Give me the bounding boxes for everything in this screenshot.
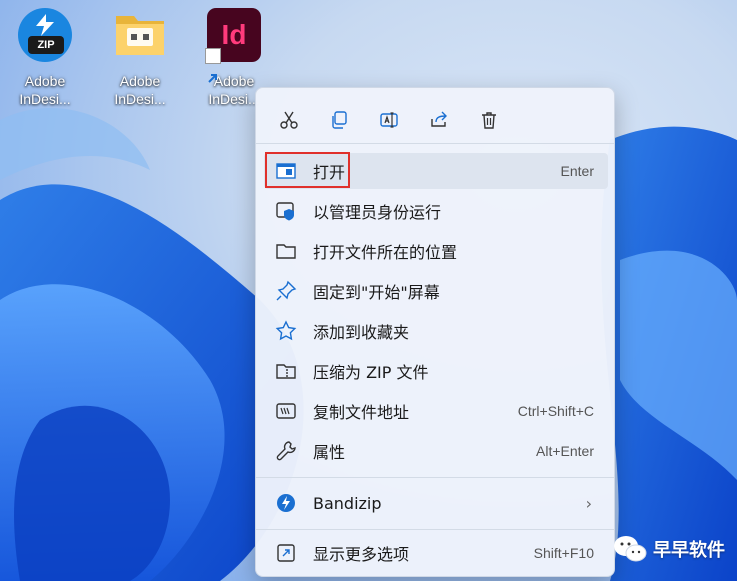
cut-icon <box>280 111 298 129</box>
menu-item-copy-path[interactable]: 复制文件地址 Ctrl+Shift+C <box>264 393 608 429</box>
menu-separator <box>256 143 614 144</box>
zip-folder-icon <box>276 364 296 379</box>
chevron-right-icon: › <box>585 493 592 513</box>
menu-item-compress-zip[interactable]: 压缩为 ZIP 文件 <box>264 353 608 389</box>
menu-item-bandizip[interactable]: Bandizip › <box>264 485 608 521</box>
menu-item-run-as-admin[interactable]: 以管理员身份运行 <box>264 193 608 229</box>
wrench-icon <box>276 441 296 461</box>
desktop-icon-folder[interactable]: Adobe InDesi... <box>105 8 175 108</box>
admin-shield-icon <box>276 202 294 221</box>
star-icon <box>275 320 297 341</box>
open-window-icon <box>276 163 296 179</box>
cut-button[interactable] <box>272 104 306 136</box>
desktop-icon-zip[interactable]: ZIP Adobe InDesi... <box>10 8 80 108</box>
copy-button[interactable] <box>322 104 356 136</box>
indesign-app-icon: Id <box>205 8 261 83</box>
menu-separator <box>256 477 614 478</box>
delete-button[interactable] <box>472 104 506 136</box>
menu-separator <box>256 529 614 530</box>
zip-badge: ZIP <box>28 36 64 54</box>
delete-icon <box>482 112 496 129</box>
menu-item-open-file-location[interactable]: 打开文件所在的位置 <box>264 233 608 269</box>
watermark: 早早软件 <box>613 534 725 564</box>
copy-icon <box>332 111 347 129</box>
more-options-icon <box>277 544 295 562</box>
context-menu: 打开 Enter 以管理员身份运行 打开文件所在的位置 固定到"开始"屏幕 添加… <box>255 87 615 577</box>
desktop-icon-label: Adobe InDesi... <box>19 73 71 107</box>
wechat-icon <box>614 536 647 562</box>
bandizip-archive-icon: ZIP <box>18 8 72 62</box>
rename-button[interactable] <box>372 104 406 136</box>
bandizip-icon <box>277 494 295 512</box>
menu-item-open[interactable]: 打开 Enter <box>264 153 608 189</box>
copy-path-icon <box>276 403 296 419</box>
desktop-icon-label: Adobe InDesi... <box>114 73 166 107</box>
menu-item-add-to-favorites[interactable]: 添加到收藏夹 <box>264 313 608 349</box>
folder-icon <box>276 244 296 259</box>
menu-item-show-more-options[interactable]: 显示更多选项 Shift+F10 <box>264 535 608 571</box>
menu-item-properties[interactable]: 属性 Alt+Enter <box>264 433 608 469</box>
menu-item-pin-to-start[interactable]: 固定到"开始"屏幕 <box>264 273 608 309</box>
context-toolbar <box>272 104 506 136</box>
folder-icon <box>113 8 167 62</box>
shortcut-arrow-icon <box>205 48 221 83</box>
pin-icon <box>276 280 297 301</box>
share-icon <box>431 111 447 127</box>
share-button[interactable] <box>422 104 456 136</box>
rename-icon <box>380 112 398 128</box>
